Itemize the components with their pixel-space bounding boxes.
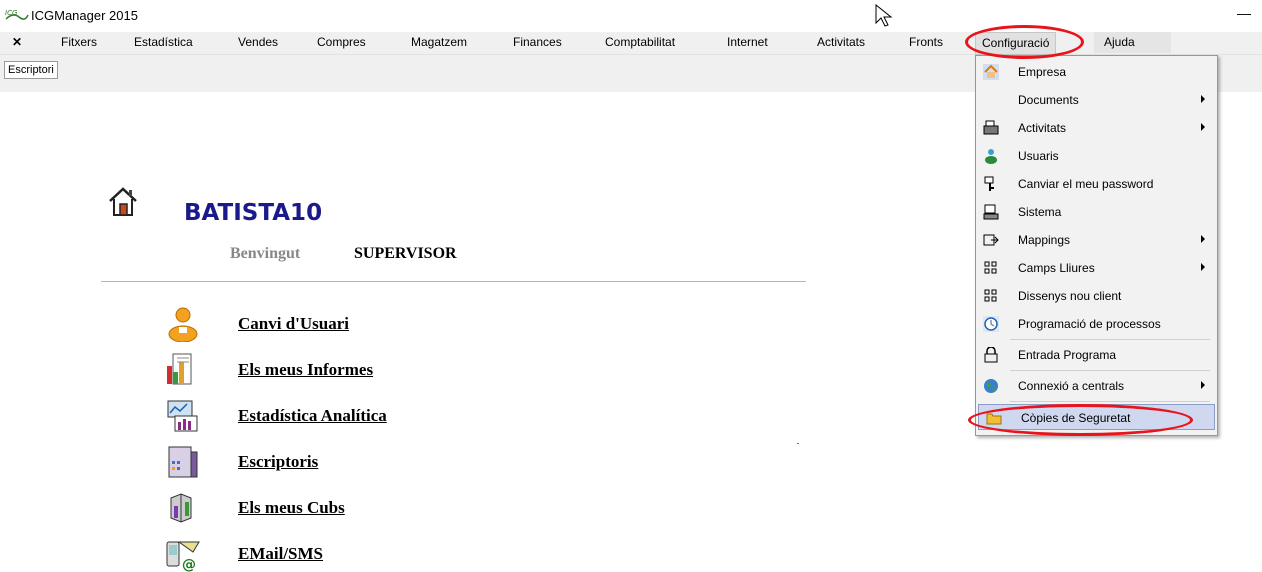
link-label[interactable]: Estadística Analítica [238, 406, 387, 426]
email-sms-icon: @ [166, 541, 200, 572]
link-label[interactable]: Els meus Informes [238, 360, 373, 380]
menu-fronts[interactable]: Fronts [909, 35, 943, 49]
menu-item-dissenys-nou-client[interactable]: Dissenys nou client [976, 283, 1217, 309]
menu-separator [1010, 401, 1210, 402]
minimize-button[interactable]: — [1234, 4, 1254, 24]
user-name: SUPERVISOR [354, 245, 457, 262]
divider [101, 281, 806, 282]
users-icon [985, 149, 997, 164]
menu-item-programacio-processos[interactable]: Programació de processos [976, 311, 1217, 337]
reports-icon [167, 353, 192, 385]
key-icon [984, 176, 994, 191]
submenu-arrow-icon [1201, 123, 1205, 131]
menu-item-entrada-programa[interactable]: Entrada Programa [976, 342, 1217, 368]
home-icon [109, 187, 137, 216]
welcome-label: Benvingut [230, 245, 301, 262]
link-label[interactable]: Canvi d'Usuari [238, 314, 349, 334]
globe-icon [984, 379, 998, 393]
title-bar: ICG ICGManager 2015 — [0, 0, 1262, 32]
desktops-icon [168, 446, 198, 478]
menu-item-activitats[interactable]: Activitats [976, 115, 1217, 141]
menu-activitats[interactable]: Activitats [817, 35, 865, 49]
lock-icon [984, 347, 998, 363]
cubes-icon [170, 493, 192, 523]
close-doc-icon[interactable]: ✕ [10, 35, 24, 49]
menu-separator [1010, 370, 1210, 371]
stray-mark [797, 443, 799, 444]
annotation-oval-configuracio [965, 25, 1084, 59]
menu-item-mappings[interactable]: Mappings [976, 227, 1217, 253]
configuracio-dropdown: Empresa Documents Activitats Usuaris Can… [975, 55, 1218, 436]
menu-item-connexio-centrals[interactable]: Connexió a centrals [976, 373, 1217, 399]
menu-vendes[interactable]: Vendes [238, 35, 278, 49]
link-label[interactable]: EMail/SMS [238, 544, 323, 564]
menu-item-documents[interactable]: Documents [976, 87, 1217, 113]
submenu-arrow-icon [1201, 381, 1205, 389]
menu-finances[interactable]: Finances [513, 35, 562, 49]
menu-internet[interactable]: Internet [727, 35, 768, 49]
svg-text:@: @ [182, 557, 196, 572]
menu-comptabilitat[interactable]: Comptabilitat [605, 35, 675, 49]
link-label[interactable]: Escriptoris [238, 452, 318, 472]
submenu-arrow-icon [1201, 263, 1205, 271]
app-logo-icon: ICG [5, 9, 29, 20]
menu-separator [1010, 339, 1210, 340]
menu-item-usuaris[interactable]: Usuaris [976, 143, 1217, 169]
system-icon [983, 204, 999, 220]
submenu-arrow-icon [1201, 95, 1205, 103]
clock-icon [983, 316, 999, 332]
menu-compres[interactable]: Compres [317, 35, 366, 49]
menu-item-camps-lliures[interactable]: Camps Lliures [976, 255, 1217, 281]
link-label[interactable]: Els meus Cubs [238, 498, 345, 518]
window-title: ICGManager 2015 [31, 8, 138, 23]
grid-icon [984, 261, 997, 274]
activities-icon [983, 120, 999, 135]
menu-item-canviar-password[interactable]: Canviar el meu password [976, 171, 1217, 197]
annotation-oval-copies [968, 404, 1193, 436]
grid-icon [984, 289, 997, 302]
submenu-arrow-icon [1201, 235, 1205, 243]
menu-magatzem[interactable]: Magatzem [411, 35, 467, 49]
analytics-icon [167, 400, 198, 432]
mouse-cursor-icon [875, 4, 893, 27]
menu-item-sistema[interactable]: Sistema [976, 199, 1217, 225]
menu-item-empresa[interactable]: Empresa [976, 59, 1217, 85]
menu-estadistica[interactable]: Estadística [134, 35, 193, 49]
mappings-icon [983, 234, 999, 246]
menu-ajuda[interactable]: Ajuda [1094, 32, 1171, 53]
tab-escriptori[interactable]: Escriptori [4, 61, 58, 79]
user-icon [168, 307, 198, 342]
company-name: BATISTA10 [184, 200, 323, 226]
menu-fitxers[interactable]: Fitxers [61, 35, 97, 49]
company-icon [983, 64, 999, 80]
